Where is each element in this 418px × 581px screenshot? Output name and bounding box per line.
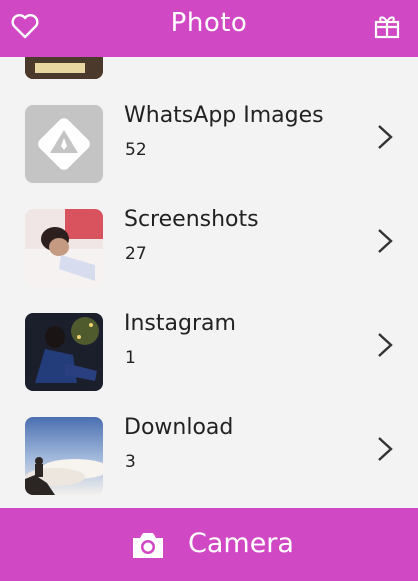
- album-list: 5 WhatsApp Images 52: [0, 57, 418, 508]
- album-thumbnail: [25, 57, 103, 79]
- album-row[interactable]: Instagram 1: [0, 300, 418, 404]
- chevron-right-icon: [378, 333, 393, 357]
- album-row[interactable]: Screenshots 27: [0, 196, 418, 300]
- album-name: Download: [124, 415, 234, 440]
- album-thumbnail: [25, 417, 103, 495]
- chevron-right-icon: [378, 437, 393, 461]
- album-thumbnail: [25, 209, 103, 287]
- album-thumbnail: [25, 313, 103, 391]
- chevron-right-icon: [378, 229, 393, 253]
- album-row[interactable]: WhatsApp Images 52: [0, 92, 418, 196]
- album-count: 27: [125, 244, 147, 264]
- album-name: Instagram: [124, 311, 236, 336]
- album-name: WhatsApp Images: [124, 103, 324, 128]
- album-count: 1: [125, 348, 136, 368]
- camera-label: Camera: [188, 528, 294, 559]
- album-count: 3: [125, 452, 136, 472]
- page-title: Photo: [170, 8, 248, 38]
- album-thumbnail: [25, 105, 103, 183]
- album-row[interactable]: 5: [0, 57, 418, 92]
- chevron-right-icon: [378, 125, 393, 149]
- gift-icon[interactable]: [372, 11, 402, 41]
- album-name: Screenshots: [124, 207, 259, 232]
- camera-icon: [133, 533, 163, 558]
- album-count: 52: [125, 140, 147, 160]
- app-header: Photo: [0, 0, 418, 57]
- album-row[interactable]: Download 3: [0, 404, 418, 508]
- camera-button[interactable]: Camera: [0, 508, 418, 581]
